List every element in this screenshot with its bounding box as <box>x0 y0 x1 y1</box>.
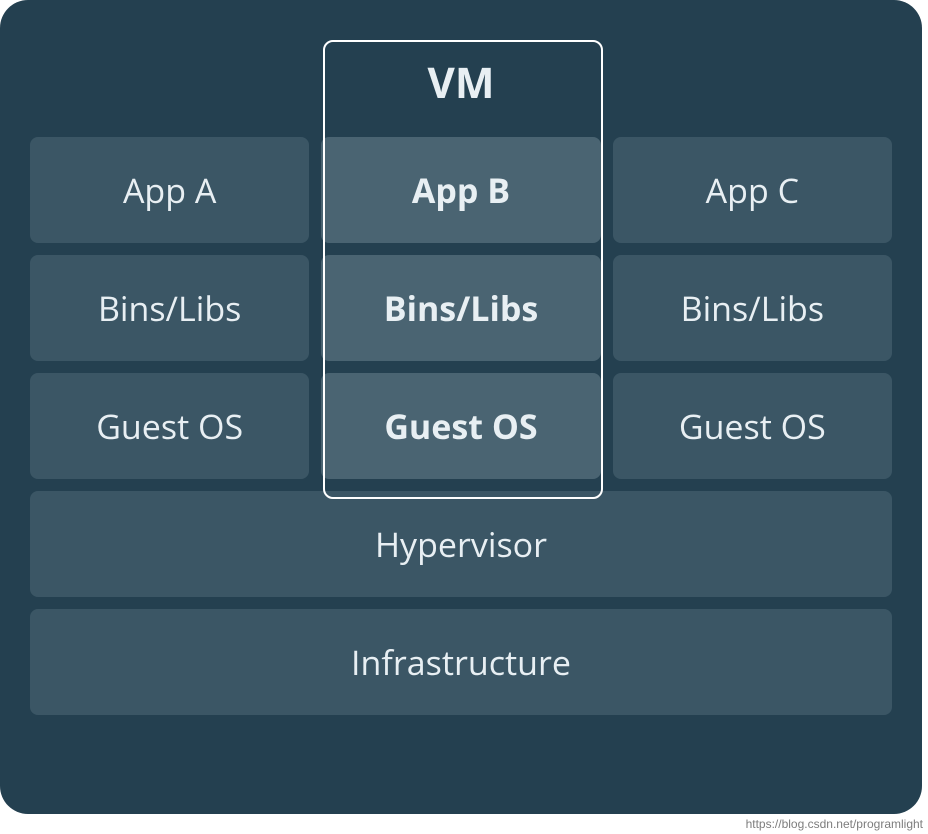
app-a-cell: App A <box>30 137 309 243</box>
bins-c-cell: Bins/Libs <box>613 255 892 361</box>
vm-architecture-diagram: VM App A App B App C Bins/Libs Bins/Libs… <box>0 0 922 814</box>
bins-b-cell: Bins/Libs <box>321 255 600 361</box>
bins-row: Bins/Libs Bins/Libs Bins/Libs <box>30 255 892 361</box>
app-c-cell: App C <box>613 137 892 243</box>
os-row: Guest OS Guest OS Guest OS <box>30 373 892 479</box>
infrastructure-layer: Infrastructure <box>30 609 892 715</box>
app-b-cell: App B <box>321 137 600 243</box>
bottom-layers: Hypervisor Infrastructure <box>30 491 892 715</box>
hypervisor-layer: Hypervisor <box>30 491 892 597</box>
bins-a-cell: Bins/Libs <box>30 255 309 361</box>
os-c-cell: Guest OS <box>613 373 892 479</box>
vm-title: VM <box>30 54 892 111</box>
watermark-text: https://blog.csdn.net/programlight <box>746 817 923 831</box>
os-a-cell: Guest OS <box>30 373 309 479</box>
apps-row: App A App B App C <box>30 137 892 243</box>
os-b-cell: Guest OS <box>321 373 600 479</box>
